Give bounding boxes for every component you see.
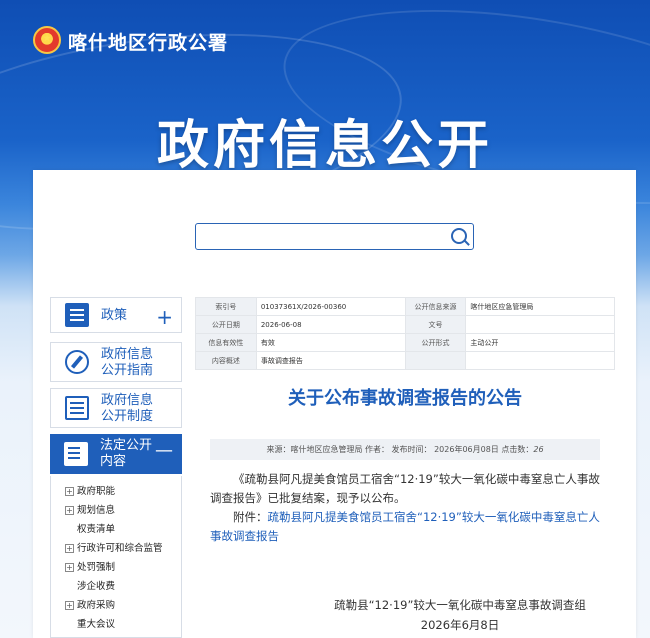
signer: 疏勒县“12·19”较大一氧化碳中毒窒息事故调查组 (334, 598, 586, 612)
guide-line1: 政府信息 (101, 347, 154, 362)
expand-icon[interactable]: + (65, 487, 74, 496)
sidebar-item-label: 法定公开 内容 (100, 438, 152, 470)
sidebar-item-policy[interactable]: 政策 + (50, 297, 182, 333)
source-bar: 来源：喀什地区应急管理局 作者： 发布时间： 2026年06月08日 点击数：2… (210, 439, 600, 460)
tree-item[interactable]: 重大会议 (51, 615, 181, 634)
table-row: 公开日期 2026-06-08 文号 (195, 315, 615, 334)
tree-item-label: 权责清单 (77, 524, 116, 535)
table-key: 公开形式 (404, 333, 467, 352)
search-box (195, 223, 474, 250)
site-name[interactable]: 喀什地区行政公署 (68, 28, 228, 55)
expand-icon[interactable]: + (65, 544, 74, 553)
table-value: 主动公开 (465, 333, 615, 352)
collapse-icon[interactable]: — (155, 440, 173, 461)
tree-item-label: 重大会议 (77, 619, 116, 630)
table-value: 2026-06-08 (255, 315, 406, 334)
guide-line2: 公开指南 (101, 363, 154, 378)
tree-item[interactable]: 涉企收费 (51, 577, 181, 596)
expand-icon[interactable]: + (65, 563, 74, 572)
page-banner-title: 政府信息公开 (156, 116, 493, 176)
table-key (404, 351, 467, 370)
table-key: 公开信息来源 (404, 297, 467, 316)
tree-item[interactable]: + 政府采购 (51, 596, 181, 615)
source-value: 喀什地区应急管理局 (290, 445, 363, 454)
table-value: 01037361X/2026-00360 (255, 297, 406, 316)
table-key: 公开日期 (195, 315, 257, 334)
system-line1: 政府信息 (101, 393, 154, 408)
table-key: 内容概述 (195, 351, 257, 370)
tree-item[interactable]: + 政府职能 (51, 482, 181, 501)
time-value: 2026年06月08日 (434, 445, 499, 454)
compass-icon (65, 350, 89, 374)
time-label: 发布时间： (391, 445, 432, 454)
tree-item-label: 规划信息 (77, 505, 116, 516)
source-label: 来源： (266, 445, 291, 454)
author-label: 作者： (365, 445, 389, 454)
views-value: 26 (533, 445, 544, 454)
sidebar-item-label: 政府信息 公开指南 (101, 347, 153, 379)
tree-item[interactable]: 权责清单 (51, 520, 181, 539)
table-value: 有效 (255, 333, 406, 352)
tree-item-label: 行政许可和综合监管 (77, 543, 163, 554)
table-key: 文号 (404, 315, 467, 334)
system-line2: 公开制度 (101, 409, 154, 424)
sidebar-item-system[interactable]: 政府信息 公开制度 (50, 388, 182, 428)
legal-line1: 法定公开 (100, 438, 153, 453)
tree-item[interactable]: + 行政许可和综合监管 (51, 539, 181, 558)
search-input[interactable] (204, 224, 448, 249)
expand-icon[interactable]: + (65, 601, 74, 610)
table-row: 内容概述 事故调查报告 (195, 351, 615, 370)
table-value: 事故调查报告 (255, 351, 406, 370)
tree-item-label: 政府采购 (77, 600, 116, 611)
table-value (465, 351, 615, 370)
document-icon (65, 303, 89, 327)
clipboard-icon (64, 442, 88, 466)
expand-icon[interactable]: + (65, 506, 74, 515)
legal-tree: + 政府职能 + 规划信息 权责清单 + 行政许可和综合监管 + 处罚强制 涉企收费 + 政府采购 重大… (50, 476, 182, 638)
attachment-link[interactable]: 疏勒县阿凡提美食馆员工宿舍“12·19”较大一氧化碳中毒窒息亡人事故调查报告 (210, 510, 600, 543)
tree-item[interactable]: + 处罚强制 (51, 558, 181, 577)
tree-item-label: 涉企收费 (77, 581, 116, 592)
legal-line2: 内容 (100, 454, 127, 469)
sidebar-item-guide[interactable]: 政府信息 公开指南 (50, 342, 182, 382)
emblem-logo-icon (33, 26, 61, 54)
tree-item[interactable]: + 规划信息 (51, 501, 181, 520)
article-paragraph: 《疏勒县阿凡提美食馆员工宿舍“12·19”较大一氧化碳中毒窒息亡人事故调查报告》… (210, 472, 600, 505)
views-label: 点击数： (501, 445, 534, 454)
attachment-label: 附件： (233, 510, 268, 524)
table-key: 信息有效性 (195, 333, 257, 352)
table-value: 喀什地区应急管理局 (465, 297, 615, 316)
expand-icon[interactable]: + (156, 305, 173, 329)
sidebar-item-label: 政策 (101, 308, 128, 323)
table-value (465, 315, 615, 334)
tree-item-label: 政府职能 (77, 486, 116, 497)
sign-date: 2026年6月8日 (420, 618, 500, 632)
info-table: 索引号 01037361X/2026-00360 公开信息来源 喀什地区应急管理局 公开… (195, 297, 615, 370)
tree-item-label: 处罚强制 (77, 562, 116, 573)
table-key: 索引号 (195, 297, 257, 316)
attachment-line: 附件：疏勒县阿凡提美食馆员工宿舍“12·19”较大一氧化碳中毒窒息亡人事故调查报… (210, 508, 600, 546)
sidebar-item-legal[interactable]: 法定公开 内容 — (50, 434, 182, 474)
tree-item[interactable]: 人大代表建议 政协提 (51, 634, 181, 637)
list-document-icon (65, 396, 89, 420)
table-row: 索引号 01037361X/2026-00360 公开信息来源 喀什地区应急管理局 (195, 297, 615, 316)
article-title: 关于公布事故调查报告的公告 (288, 388, 522, 409)
search-icon[interactable] (451, 228, 467, 244)
sidebar-item-label: 政府信息 公开制度 (101, 393, 153, 425)
article-body: 《疏勒县阿凡提美食馆员工宿舍“12·19”较大一氧化碳中毒窒息亡人事故调查报告》… (210, 470, 600, 546)
table-row: 信息有效性 有效 公开形式 主动公开 (195, 333, 615, 352)
